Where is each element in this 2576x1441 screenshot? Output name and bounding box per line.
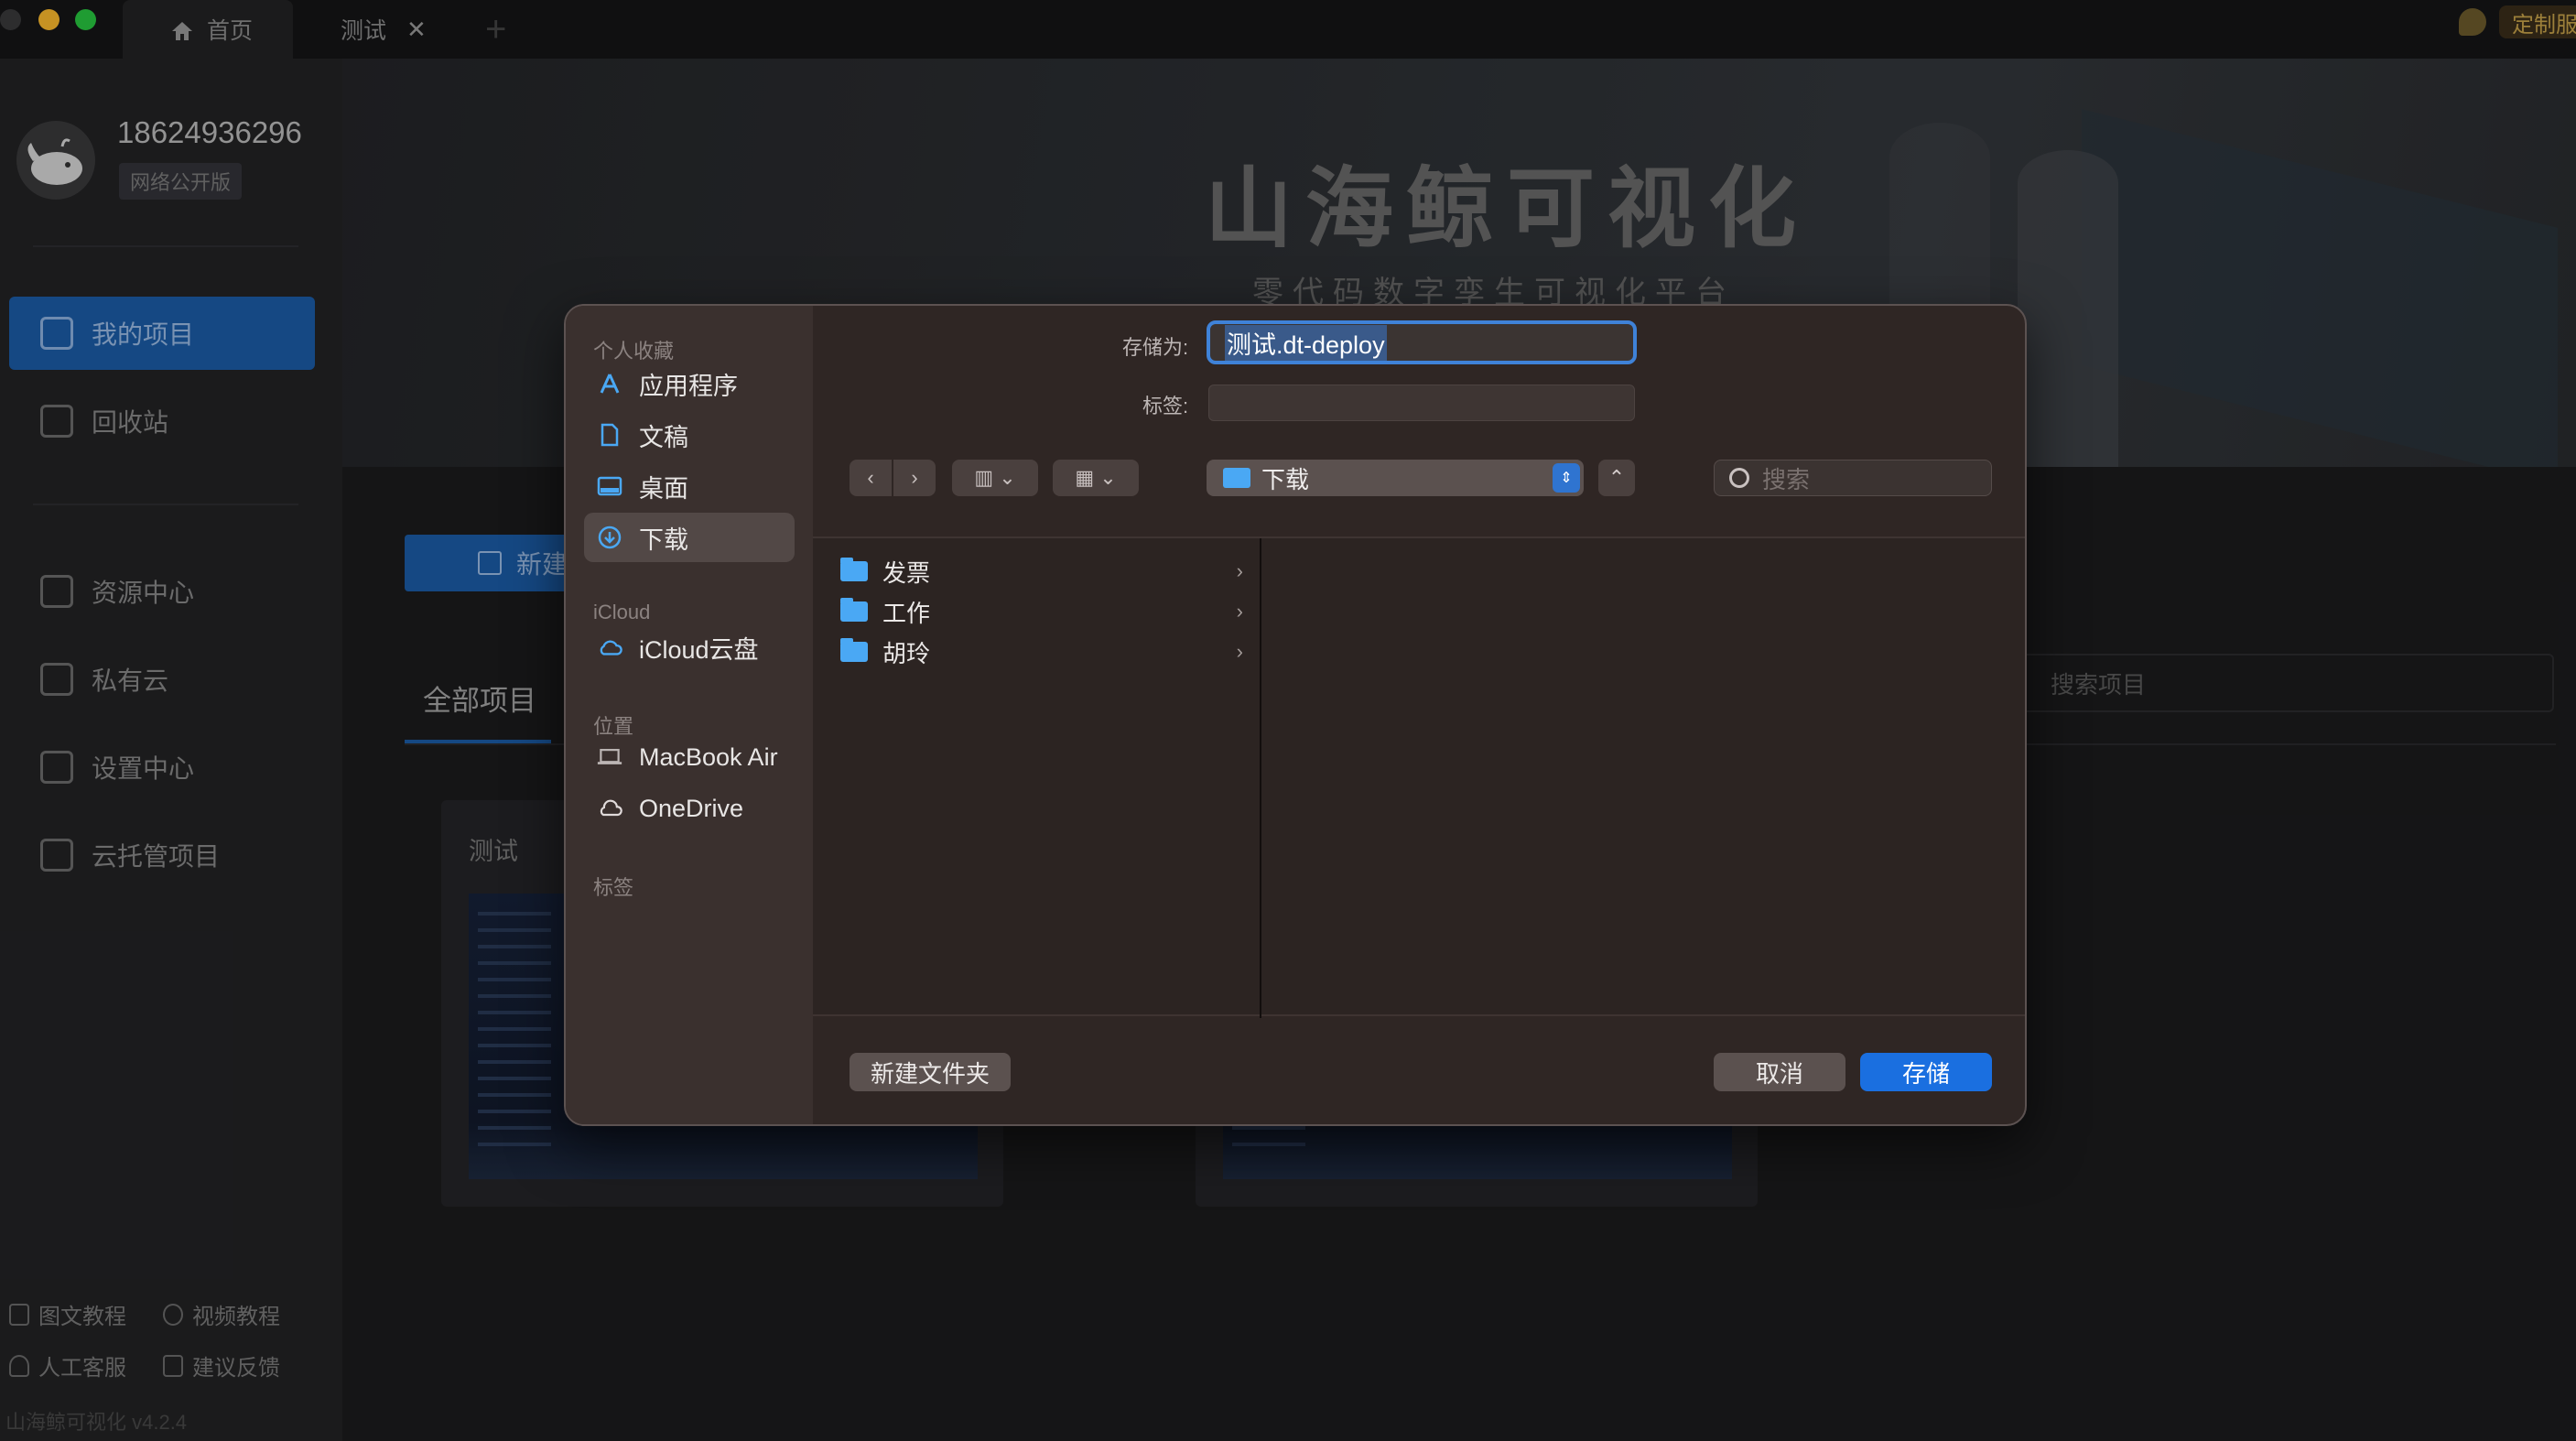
folder-name: 胡玲: [882, 639, 931, 667]
applications-icon: [597, 371, 622, 396]
desktop-icon: [597, 473, 622, 499]
laptop-icon: [597, 744, 622, 770]
dialog-sidebar: 个人收藏 应用程序 文稿 桌面 下载 iCloud iCloud云盘 位置 Ma…: [566, 306, 813, 1124]
folder-row[interactable]: 胡玲 ›: [840, 634, 1243, 670]
folder-icon: [840, 638, 868, 662]
sidebar-item-documents[interactable]: 文稿: [584, 410, 795, 460]
sidebar-item-label: 下载: [639, 525, 688, 554]
download-icon: [597, 525, 622, 550]
chevron-left-icon: ‹: [867, 466, 874, 489]
forward-button[interactable]: ›: [893, 460, 936, 496]
document-icon: [597, 422, 622, 448]
sidebar-item-label: 桌面: [639, 474, 688, 503]
location-popup[interactable]: 下载 ⇕: [1207, 460, 1584, 496]
sidebar-item-label: 文稿: [639, 423, 688, 451]
collapse-button[interactable]: ⌃: [1598, 460, 1635, 496]
tags-header: 标签: [593, 876, 634, 899]
tags-label: 标签:: [1142, 395, 1189, 417]
save-as-label: 存储为:: [1122, 336, 1189, 359]
sidebar-item-label: MacBook Air: [639, 742, 778, 771]
search-placeholder: 搜索: [1762, 465, 1811, 493]
grid-icon: ▦ ⌄: [1075, 466, 1117, 489]
chevron-right-icon: ›: [1236, 600, 1243, 623]
chevron-up-icon: ⌃: [1607, 466, 1626, 489]
columns-icon: ▥ ⌄: [974, 466, 1016, 489]
sidebar-item-label: iCloud云盘: [639, 635, 759, 664]
folder-name: 发票: [882, 558, 931, 587]
group-mode-button[interactable]: ▦ ⌄: [1053, 460, 1139, 496]
new-folder-button[interactable]: 新建文件夹: [850, 1053, 1011, 1091]
dialog-search-input[interactable]: 搜索: [1714, 460, 1992, 496]
filename-field[interactable]: 测试.dt-deploy: [1207, 320, 1637, 364]
chevron-right-icon: ›: [911, 466, 918, 489]
column-divider[interactable]: [1260, 538, 1261, 1018]
sidebar-item-desktop[interactable]: 桌面: [584, 461, 795, 511]
sidebar-item-applications[interactable]: 应用程序: [584, 359, 795, 408]
cancel-button[interactable]: 取消: [1714, 1053, 1845, 1091]
folder-row[interactable]: 发票 ›: [840, 553, 1243, 590]
file-browser: 发票 › 工作 › 胡玲 ›: [813, 536, 2025, 1018]
sidebar-item-label: OneDrive: [639, 794, 744, 822]
save-dialog: 个人收藏 应用程序 文稿 桌面 下载 iCloud iCloud云盘 位置 Ma…: [564, 304, 2027, 1126]
folder-row[interactable]: 工作 ›: [840, 593, 1243, 630]
sidebar-item-macbook-air[interactable]: MacBook Air: [584, 732, 795, 782]
tags-field[interactable]: [1208, 385, 1635, 421]
save-button[interactable]: 存储: [1860, 1053, 1992, 1091]
folder-icon: [840, 598, 868, 622]
sidebar-item-onedrive[interactable]: OneDrive: [584, 784, 795, 833]
view-mode-button[interactable]: ▥ ⌄: [952, 460, 1038, 496]
folder-icon: [840, 558, 868, 581]
sidebar-item-label: 应用程序: [639, 372, 738, 400]
search-icon: [1729, 468, 1749, 488]
onedrive-icon: [597, 796, 622, 821]
chevron-right-icon: ›: [1236, 559, 1243, 582]
icloud-header: iCloud: [593, 601, 651, 623]
folder-icon: [1223, 468, 1250, 488]
back-button[interactable]: ‹: [850, 460, 892, 496]
chevron-right-icon: ›: [1236, 640, 1243, 663]
sidebar-item-downloads[interactable]: 下载: [584, 513, 795, 562]
stepper-icon: ⇕: [1553, 463, 1580, 493]
folder-name: 工作: [882, 599, 931, 627]
filename-value: 测试.dt-deploy: [1225, 324, 1387, 361]
icloud-icon: [597, 634, 622, 660]
location-label: 下载: [1261, 465, 1310, 493]
sidebar-item-icloud-drive[interactable]: iCloud云盘: [584, 623, 795, 672]
